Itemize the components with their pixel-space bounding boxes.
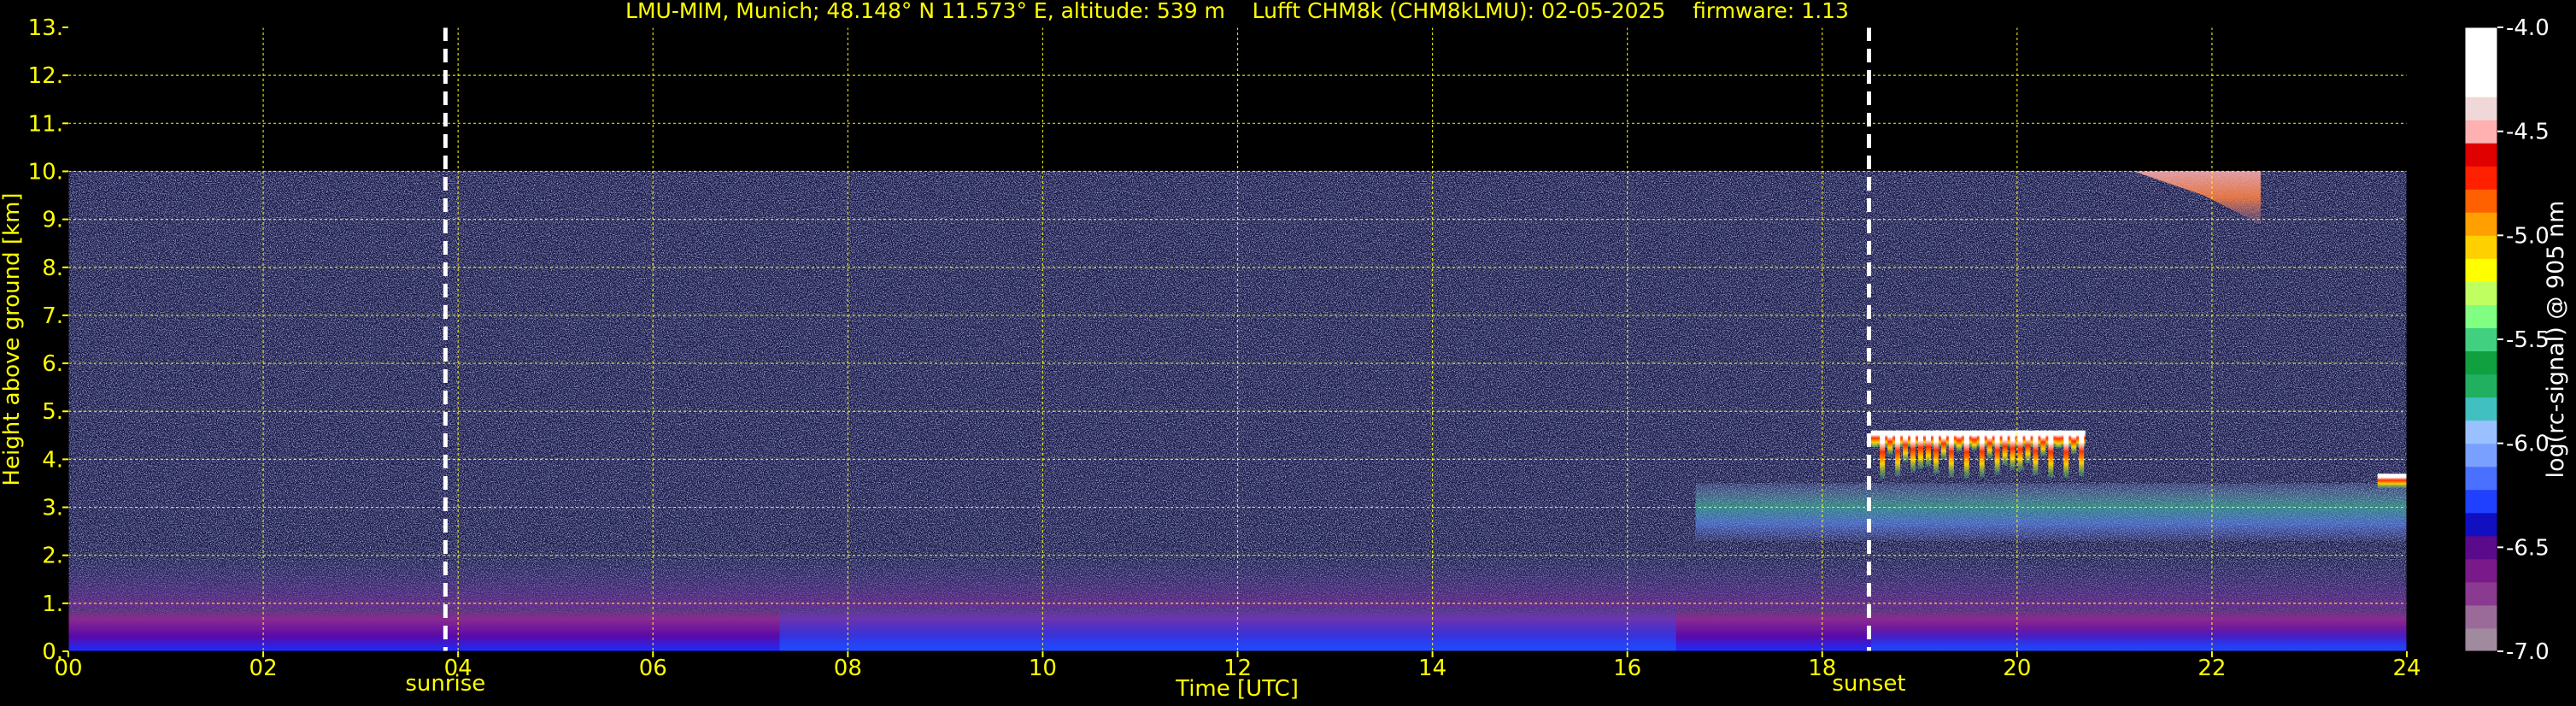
y-tick-label: 6. (42, 351, 63, 377)
colorbar-segment (2465, 420, 2497, 444)
cloud-streak (1948, 430, 1954, 478)
cloud-streak (2071, 430, 2077, 455)
x-tick-label: 10 (1029, 656, 1057, 681)
x-tick-label: 22 (2198, 656, 2226, 681)
colorbar-segment (2465, 512, 2497, 537)
y-tick-label: 2. (42, 544, 63, 569)
night-surface-layer (1870, 627, 2407, 651)
colorbar-segment (2465, 74, 2497, 97)
cloud-streak (2056, 430, 2062, 449)
y-tick-label: 0. (42, 639, 63, 665)
y-tick-label: 12. (28, 63, 63, 89)
colorbar-segment (2465, 166, 2497, 190)
x-tick-label: 24 (2392, 656, 2421, 681)
y-axis-label: Height above ground [km] (0, 192, 25, 485)
cloud-streak (2033, 430, 2039, 476)
plot-area (67, 26, 2408, 652)
colorbar-label: log(rc-signal) @ 905 nm (2543, 201, 2569, 479)
y-tick-label: 10. (28, 159, 63, 185)
y-tick-label: 1. (42, 591, 63, 617)
x-tick-label: 06 (639, 656, 667, 681)
colorbar-segment (2465, 27, 2497, 51)
colorbar-segment (2465, 212, 2497, 236)
cloud-streak (1880, 430, 1886, 479)
chart-title: LMU-MIM, Munich; 48.148° N 11.573° E, al… (625, 0, 1849, 23)
cloud-streak (1895, 430, 1901, 477)
sunset-label: sunset (1832, 671, 1905, 697)
cloud-streak (1979, 430, 1985, 478)
colorbar-segment (2465, 258, 2497, 282)
daytime-mixing-layer (779, 603, 1676, 651)
x-tick-label: 02 (249, 656, 278, 681)
colorbar-segment (2465, 443, 2497, 468)
colorbar-tick-label: -7.0 (2506, 639, 2550, 665)
cloud-streak (1918, 430, 1924, 469)
x-tick-label: 14 (1418, 656, 1446, 681)
cloud-streak (2079, 430, 2085, 477)
colorbar-segment (2465, 281, 2497, 305)
y-tick-label: 7. (42, 303, 63, 329)
ceilometer-figure: 00 02 04 06 08 10 12 14 16 18 20 22 24 0.1.2.3.4.5.6… (0, 0, 2569, 702)
colorbar-segment (2465, 189, 2497, 213)
colorbar-segment (2465, 535, 2497, 560)
x-tick-label: 08 (834, 656, 862, 681)
cloud-streak (2017, 430, 2023, 472)
colorbar-segment (2465, 581, 2497, 606)
colorbar-tick-label: -4.5 (2506, 120, 2550, 145)
colorbar-segment (2465, 235, 2497, 259)
colorbar-segment (2465, 466, 2497, 491)
y-axis-ticks: 0. 1. 2. 3. 4. 5. 6. 7. 8. 9. 10. 11. 12. 13. (28, 15, 68, 665)
sunrise-label: sunrise (405, 671, 485, 697)
x-tick-label: 16 (1613, 656, 1641, 681)
aerosol-layer (1695, 483, 2407, 541)
cloud-streak (1903, 430, 1909, 463)
y-tick-label: 13. (28, 15, 63, 41)
x-axis-label: Time [UTC] (1175, 676, 1299, 702)
cloud-fragment (2377, 474, 2407, 489)
colorbar-segment (2465, 627, 2497, 652)
colorbar-segment (2465, 50, 2497, 74)
cloud-streak (1986, 430, 1992, 459)
colorbar-segment (2465, 350, 2497, 375)
colorbar-segment (2465, 489, 2497, 514)
y-tick-label: 5. (42, 399, 63, 425)
y-tick-label: 8. (42, 256, 63, 281)
colorbar-segment (2465, 397, 2497, 421)
cloud-streak (1940, 430, 1946, 460)
cloud-streak (2040, 430, 2046, 457)
cloud-streak (2048, 430, 2054, 479)
cloud-streak (1971, 430, 1977, 451)
colorbar-gradient (2465, 27, 2497, 652)
colorbar-tick-label: -6.5 (2506, 535, 2550, 561)
colorbar-segment (2465, 97, 2497, 121)
cloud-streak (1963, 430, 1969, 479)
cloud-streak (1933, 430, 1939, 474)
cloud-streak (2002, 430, 2008, 466)
colorbar-ticks: -7.0-6.5-6.0-5.5-5.0-4.5-4.0 (2497, 15, 2550, 665)
colorbar-tick-label: -4.0 (2506, 15, 2550, 41)
cloud-streak (1887, 430, 1893, 456)
cloud-streak (1925, 430, 1931, 467)
cloud-streak (1872, 430, 1878, 448)
colorbar-segment (2465, 327, 2497, 352)
cloud-streak (1910, 430, 1916, 473)
colorbar-segment (2465, 143, 2497, 167)
colorbar-segment (2465, 604, 2497, 629)
colorbar-segment (2465, 374, 2497, 398)
cloud-streak (1956, 430, 1962, 452)
x-tick-label: 20 (2003, 656, 2031, 681)
colorbar-segment (2465, 558, 2497, 583)
colorbar-segment (2465, 120, 2497, 144)
y-tick-label: 3. (42, 496, 63, 521)
y-tick-label: 11. (28, 111, 63, 137)
colorbar: -7.0-6.5-6.0-5.5-5.0-4.5-4.0 log(rc-sign… (2464, 15, 2569, 665)
sun-event-labels: sunrise sunset (405, 671, 1905, 697)
cloud-streak (1994, 430, 2000, 475)
cloud-streak (2010, 430, 2016, 470)
y-tick-label: 9. (42, 208, 63, 233)
cloud-streak (2063, 430, 2069, 479)
colorbar-segment (2465, 304, 2497, 328)
y-tick-label: 4. (42, 447, 63, 473)
